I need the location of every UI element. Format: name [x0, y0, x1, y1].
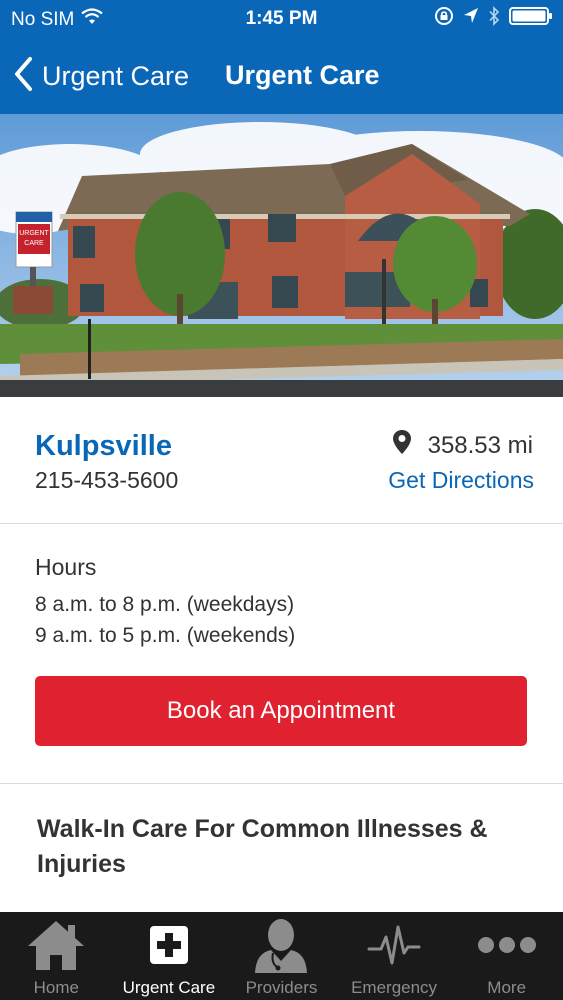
- status-right: [434, 6, 553, 32]
- tab-providers-label: Providers: [245, 978, 318, 997]
- more-icon: [450, 918, 563, 972]
- location-info: Kulpsville 215-453-5600 358.53 mi Get Di…: [0, 397, 563, 524]
- building-photo: URGENT CARE: [0, 114, 563, 397]
- page-title: Urgent Care: [225, 60, 380, 90]
- get-directions-link[interactable]: Get Directions: [388, 467, 534, 494]
- map-pin-icon: [392, 429, 412, 462]
- hours-weekends: 9 a.m. to 5 p.m. (weekends): [35, 624, 296, 647]
- tab-emergency[interactable]: Emergency: [338, 912, 451, 1000]
- navigation-bar: Urgent Care Urgent Care: [0, 38, 563, 114]
- home-icon: [0, 918, 113, 972]
- providers-icon: [225, 918, 338, 973]
- tab-emergency-label: Emergency: [351, 978, 438, 997]
- location-name: Kulpsville: [35, 430, 172, 462]
- orientation-lock-icon: [434, 6, 454, 32]
- tab-urgent-care[interactable]: Urgent Care: [113, 912, 226, 1000]
- status-bar: No SIM 1:45 PM: [0, 0, 563, 38]
- sign-text-line1: URGENT: [19, 230, 49, 237]
- urgent-care-icon: [113, 918, 226, 972]
- location-arrow-icon: [463, 7, 479, 31]
- battery-icon: [509, 6, 553, 32]
- distance-value: 358.53 mi: [427, 431, 533, 459]
- heartbeat-icon: [338, 918, 451, 972]
- hours-title: Hours: [35, 554, 97, 580]
- tab-providers[interactable]: Providers: [225, 912, 338, 1000]
- tab-more-label: More: [487, 978, 527, 997]
- tab-home-label: Home: [33, 978, 79, 997]
- sign-text-line2: CARE: [24, 240, 44, 247]
- services-title: Walk-In Care For Common Illnesses & Inju…: [37, 815, 488, 878]
- book-appointment-button[interactable]: Book an Appointment: [35, 676, 527, 746]
- tab-bar: Home Urgent Care Providers Emergency Mor…: [0, 912, 563, 1000]
- back-button[interactable]: Urgent Care: [12, 56, 189, 96]
- bluetooth-icon: [488, 6, 500, 32]
- hours-weekdays: 8 a.m. to 8 p.m. (weekdays): [35, 593, 295, 616]
- tab-home[interactable]: Home: [0, 912, 113, 1000]
- back-button-label: Urgent Care: [42, 60, 190, 91]
- tab-urgent-care-label: Urgent Care: [122, 978, 216, 997]
- phone-number[interactable]: 215-453-5600: [35, 467, 178, 494]
- distance: 358.53 mi: [392, 429, 533, 462]
- tab-more[interactable]: More: [450, 912, 563, 1000]
- chevron-left-icon: [12, 56, 34, 97]
- hours-section: Hours 8 a.m. to 8 p.m. (weekdays) 9 a.m.…: [0, 523, 563, 784]
